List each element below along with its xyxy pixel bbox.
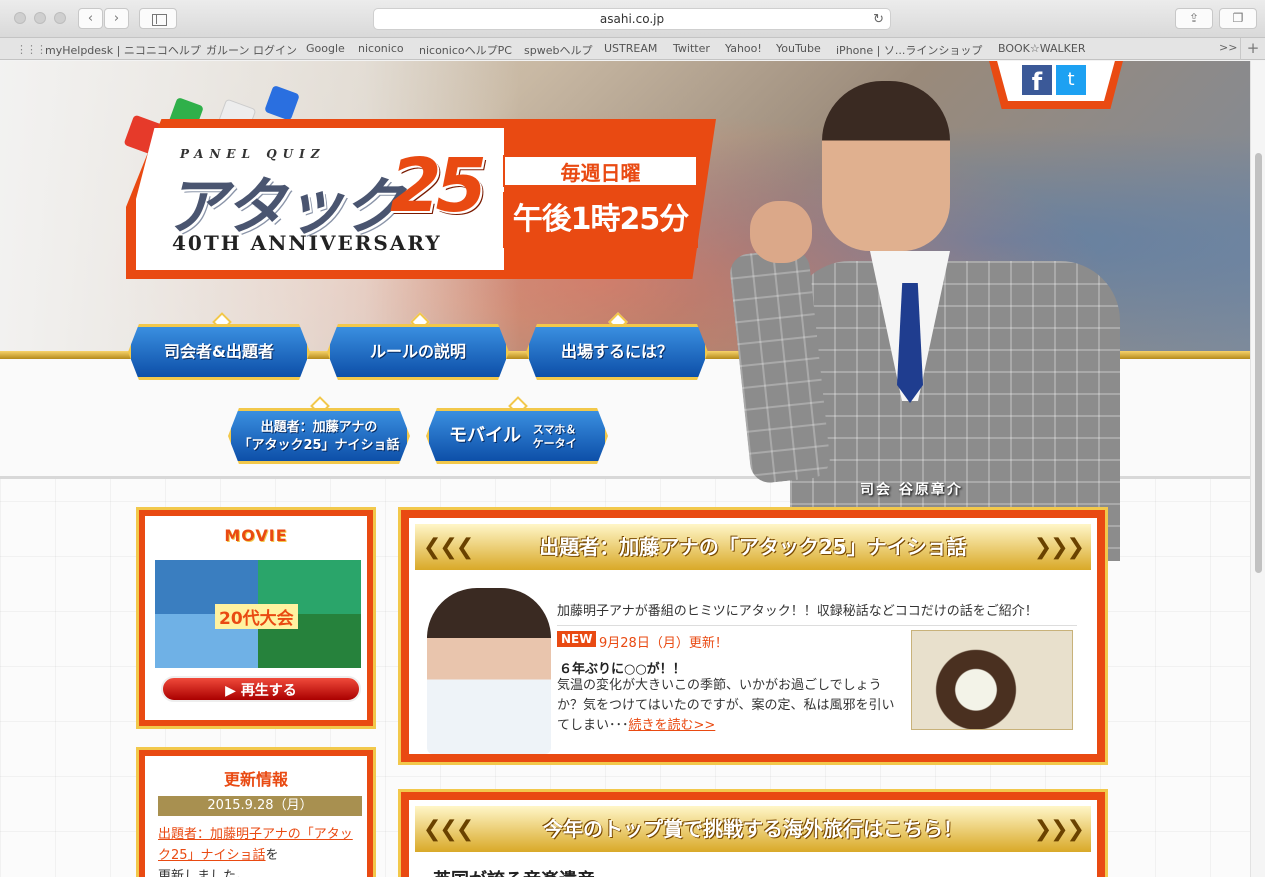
host-caption: 司会 谷原章介: [860, 482, 963, 498]
share-icon: ⇪: [1188, 11, 1200, 25]
feature-photo: [911, 630, 1073, 730]
news-panel-inner: 更新情報 2015.9.28（月） 出題者：加藤明子アナの「アタック25」ナイシ…: [145, 756, 367, 877]
bookmark-item[interactable]: USTREAM: [604, 42, 657, 55]
grid-icon[interactable]: ⋮⋮⋮: [16, 43, 47, 56]
bookmark-item[interactable]: BOOK☆WALKER: [998, 42, 1085, 55]
bookmark-item[interactable]: myHelpdesk | ニコニコヘルプ: [45, 42, 201, 58]
nav-anna-line1: 出題者：加藤アナの: [260, 420, 378, 435]
travel-header: ❮❮❮ 今年のトップ賞で挑戦する海外旅行はこちら！ ❯❯❯: [415, 806, 1091, 852]
travel-title: 今年のトップ賞で挑戦する海外旅行はこちら！: [543, 817, 963, 841]
chevrons-right-icon: ❯❯❯: [1033, 817, 1085, 842]
movie-band-label: 20代大会: [215, 604, 298, 629]
back-button[interactable]: ‹: [78, 8, 103, 29]
bookmark-item[interactable]: Yahoo!: [725, 42, 762, 55]
bookmark-item[interactable]: Google: [306, 42, 345, 55]
bookmark-item[interactable]: ガルーン ログイン: [206, 42, 297, 58]
new-tab-button[interactable]: +: [1240, 38, 1265, 60]
broadcast-hour: 午後1時25分: [503, 192, 698, 248]
zoom-window-button[interactable]: [54, 12, 66, 24]
nav-join-button[interactable]: 出場するには？: [526, 324, 708, 380]
anniversary-text: 40TH ANNIVERSARY: [172, 231, 442, 255]
feature-panel: ❮❮❮ 出題者：加藤アナの「アタック25」ナイショ話 ❯❯❯ 加藤明子アナが番組…: [398, 507, 1108, 765]
bookmark-item[interactable]: Twitter: [673, 42, 710, 55]
news-title: 更新情報: [223, 770, 288, 789]
bookmark-item[interactable]: niconico: [358, 42, 404, 55]
chevron-right-icon: ›: [113, 11, 120, 26]
host-fist: [750, 201, 812, 263]
host-head: [822, 81, 950, 251]
read-more-link[interactable]: 続きを読む>>: [629, 718, 716, 733]
nav-rules-button[interactable]: ルールの説明: [327, 324, 509, 380]
nav-anna-button[interactable]: 出題者：加藤アナの 「アタック25」ナイショ話: [228, 408, 410, 464]
chevrons-right-icon: ❯❯❯: [1033, 535, 1085, 560]
movie-panel-inner: MOVIE 20代大会 ▶ 再生する: [145, 516, 367, 720]
scrollbar-thumb[interactable]: [1255, 153, 1262, 573]
feature-intro: 加藤明子アナが番組のヒミツにアタック！！収録秘話などココだけの話をご紹介！: [557, 600, 1077, 626]
bookmark-item[interactable]: iPhone | ソ...ラインショップ: [836, 42, 982, 58]
share-button[interactable]: ⇪: [1175, 8, 1213, 29]
host-image: [728, 61, 1130, 561]
feature-title: 出題者：加藤アナの「アタック25」ナイショ話: [539, 535, 967, 559]
broadcast-time: 毎週日曜 午後1時25分: [503, 155, 698, 255]
nav-mobile-label: モバイル: [449, 425, 521, 446]
nav-mobile-sub1: スマホ＆: [532, 422, 577, 436]
movie-panel: MOVIE 20代大会 ▶ 再生する: [136, 507, 376, 729]
movie-title: MOVIE: [224, 526, 288, 545]
news-entry: 出題者：加藤明子アナの「アタック25」ナイショ話を 更新しました。: [158, 824, 362, 877]
feature-header: ❮❮❮ 出題者：加藤アナの「アタック25」ナイショ話 ❯❯❯: [415, 524, 1091, 570]
nav-mobile-sub: スマホ＆ ケータイ: [533, 423, 577, 451]
play-button[interactable]: ▶ 再生する: [161, 676, 361, 702]
reload-icon[interactable]: ↻: [873, 10, 884, 30]
page-scrollbar[interactable]: [1250, 61, 1265, 877]
news-after: を: [265, 848, 279, 863]
feature-date: 9月28日（月）更新！: [599, 636, 728, 651]
page-content: PANEL QUIZ アタック 25 40TH ANNIVERSARY 毎週日曜…: [0, 61, 1265, 877]
feature-heading: ６年ぶりに○○が！！: [559, 662, 686, 677]
address-bar[interactable]: asahi.co.jp ↻: [373, 8, 891, 30]
nav-anna-line2: 「アタック25」ナイショ話: [238, 438, 400, 453]
nav-mobile-sub2: ケータイ: [532, 436, 577, 450]
announcer-photo: [427, 588, 551, 754]
tabs-icon: ❐: [1232, 11, 1244, 25]
url-text: asahi.co.jp: [599, 12, 665, 26]
new-badge: NEW: [557, 631, 597, 647]
feature-body: 気温の変化が大きいこの季節、いかがお過ごしでしょうか？気をつけてはいたのですが、…: [557, 676, 902, 736]
travel-panel-inner: ❮❮❮ 今年のトップ賞で挑戦する海外旅行はこちら！ ❯❯❯ 英国が誇る音楽遺産: [409, 800, 1097, 877]
broadcast-day: 毎週日曜: [503, 155, 698, 187]
news-panel: 更新情報 2015.9.28（月） 出題者：加藤明子アナの「アタック25」ナイシ…: [136, 747, 376, 877]
nav-mobile-button[interactable]: モバイル スマホ＆ ケータイ: [426, 408, 608, 464]
forward-button[interactable]: ›: [104, 8, 129, 29]
movie-thumbnail[interactable]: 20代大会: [155, 560, 361, 668]
news-date: 2015.9.28（月）: [158, 796, 362, 816]
bookmark-item[interactable]: niconicoヘルプPC: [419, 42, 512, 58]
sidebar-toggle-button[interactable]: [139, 8, 177, 29]
feature-body-text: 気温の変化が大きいこの季節、いかがお過ごしでしょうか？気をつけてはいたのですが、…: [557, 678, 895, 733]
feature-panel-inner: ❮❮❮ 出題者：加藤アナの「アタック25」ナイショ話 ❯❯❯ 加藤明子アナが番組…: [409, 518, 1097, 754]
news-link[interactable]: 出題者：加藤明子アナの「アタック25」ナイショ話: [158, 827, 353, 863]
chevron-left-icon: ‹: [87, 11, 94, 26]
news-after2: 更新しました。: [158, 869, 250, 877]
browser-toolbar: ‹ › asahi.co.jp ↻ ⇪ ❐: [0, 0, 1265, 38]
show-logo-number: 25: [390, 143, 487, 229]
minimize-window-button[interactable]: [34, 12, 46, 24]
travel-panel: ❮❮❮ 今年のトップ賞で挑戦する海外旅行はこちら！ ❯❯❯ 英国が誇る音楽遺産: [398, 789, 1108, 877]
bookmark-item[interactable]: YouTube: [776, 42, 821, 55]
tabs-button[interactable]: ❐: [1219, 8, 1257, 29]
bookmark-item[interactable]: spwebヘルプ: [524, 42, 592, 58]
more-bookmarks-icon[interactable]: >>: [1219, 41, 1237, 54]
travel-subtitle: 英国が誇る音楽遺産: [433, 866, 595, 877]
close-window-button[interactable]: [14, 12, 26, 24]
nav-host-button[interactable]: 司会者&出題者: [128, 324, 310, 380]
bookmarks-bar: ⋮⋮⋮ myHelpdesk | ニコニコヘルプ ガルーン ログイン Googl…: [0, 38, 1265, 60]
